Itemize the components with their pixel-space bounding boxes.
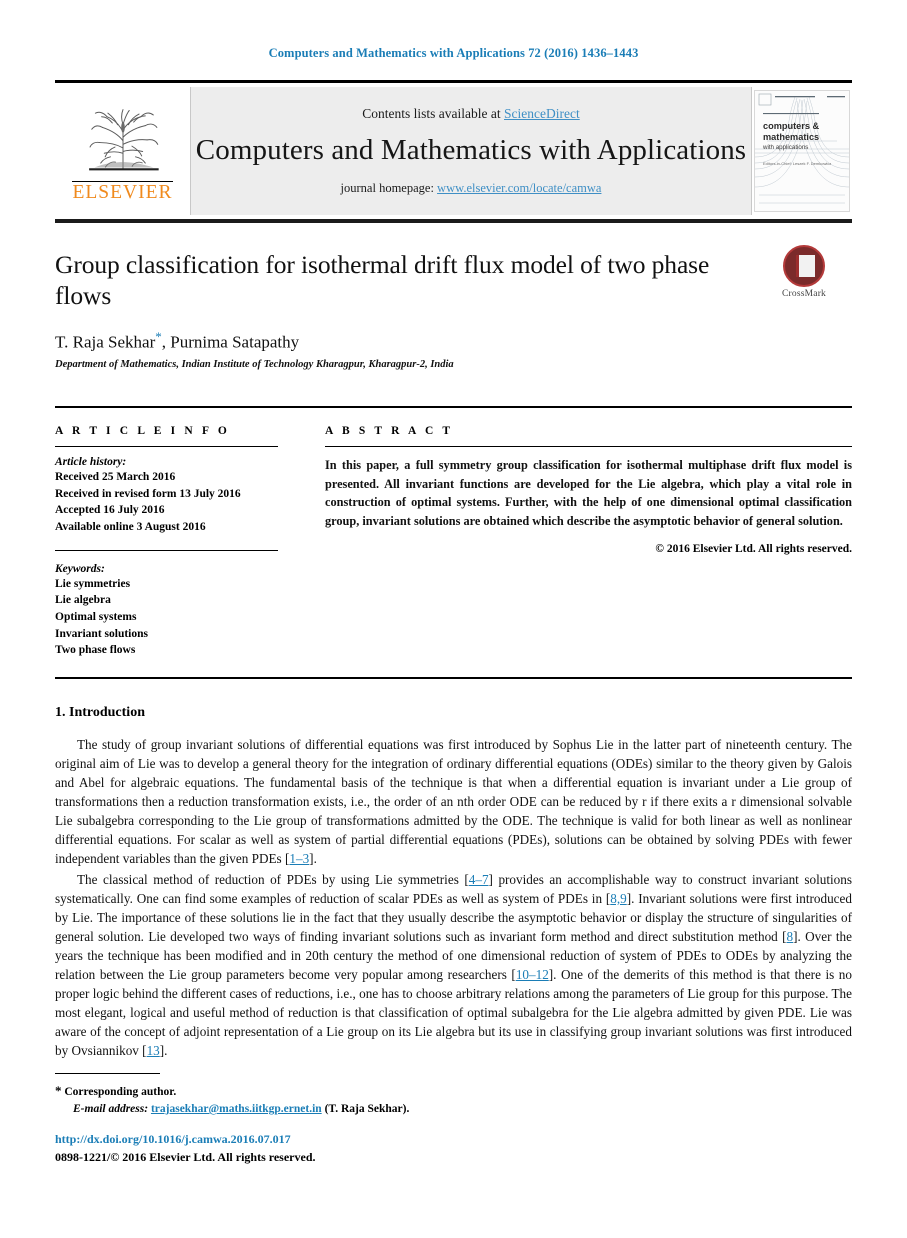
section-heading-introduction: 1. Introduction xyxy=(55,704,145,720)
history-received: Received 25 March 2016 xyxy=(55,470,176,483)
contents-available-line: Contents lists available at ScienceDirec… xyxy=(362,106,579,122)
footnote-rule xyxy=(55,1072,160,1074)
article-info-heading: A R T I C L E I N F O xyxy=(55,424,230,437)
cover-title-line-2: mathematics xyxy=(763,132,819,142)
citation-ref-13[interactable]: 13 xyxy=(147,1043,160,1058)
cover-title-line-3: with applications xyxy=(762,144,808,151)
paper-page: Computers and Mathematics with Applicati… xyxy=(0,0,907,1238)
journal-cover-thumbnail: computers & mathematics with application… xyxy=(754,90,850,212)
abstract-text: In this paper, a full symmetry group cla… xyxy=(325,457,852,528)
elsevier-tree-icon xyxy=(88,109,159,171)
paragraph-2-text-f: ]. xyxy=(159,1042,168,1058)
crossmark-label: CrossMark xyxy=(781,289,827,299)
elsevier-logo: ELSEVIER xyxy=(55,87,191,215)
crossmark-badge-group[interactable]: CrossMark xyxy=(756,245,852,299)
keyword-item: Lie algebra xyxy=(55,594,111,607)
email-label: E-mail address: xyxy=(73,1102,149,1115)
keyword-item: Invariant solutions xyxy=(55,627,148,640)
citation-ref-10-12[interactable]: 10–12 xyxy=(516,967,549,982)
citation-ref-4-7[interactable]: 4–7 xyxy=(469,872,489,887)
crossmark-icon xyxy=(783,245,825,287)
svg-text:Editors-in-Chief: Leszek F. De: Editors-in-Chief: Leszek F. Demkowicz xyxy=(763,161,831,166)
paragraph-1-text: The study of group invariant solutions o… xyxy=(55,736,852,866)
journal-info-block: Contents lists available at ScienceDirec… xyxy=(191,87,751,215)
paragraph-1-tail: ]. xyxy=(309,850,317,866)
paragraph-2: The classical method of reduction of PDE… xyxy=(55,870,852,1060)
page-title: Group classification for isothermal drif… xyxy=(55,250,710,311)
abstract-heading: A B S T R A C T xyxy=(325,424,454,437)
paragraph-2-text-a: The classical method of reduction of PDE… xyxy=(77,871,469,887)
running-head: Computers and Mathematics with Applicati… xyxy=(268,46,639,60)
sciencedirect-link[interactable]: ScienceDirect xyxy=(504,106,580,121)
corresponding-author-note: * Corresponding author. xyxy=(55,1081,852,1101)
cover-artwork: computers & mathematics with application… xyxy=(755,91,849,211)
history-revised: Received in revised form 13 July 2016 xyxy=(55,487,241,500)
footnote-marker: * xyxy=(55,1082,62,1098)
article-history-label: Article history: xyxy=(55,455,127,468)
abstract-column: A B S T R A C T In this paper, a full sy… xyxy=(300,408,852,659)
keyword-item: Optimal systems xyxy=(55,610,137,623)
introduction-section: 1. Introduction The study of group invar… xyxy=(55,705,852,1060)
keywords-rule xyxy=(55,549,278,551)
title-area: CrossMark Group classification for isoth… xyxy=(55,223,852,370)
author-secondary: , Purnima Satapathy xyxy=(161,332,300,352)
keyword-item: Two phase flows xyxy=(55,644,136,657)
cover-title-line-1: computers & xyxy=(763,121,820,131)
article-info-column: A R T I C L E I N F O Article history: R… xyxy=(55,408,300,659)
email-link[interactable]: trajasekhar@maths.iitkgp.ernet.in xyxy=(151,1103,322,1115)
journal-masthead: ELSEVIER Contents lists available at Sci… xyxy=(55,80,852,223)
abstract-copyright: © 2016 Elsevier Ltd. All rights reserved… xyxy=(655,542,852,555)
citation-ref-8-9[interactable]: 8,9 xyxy=(610,891,626,906)
email-owner: (T. Raja Sekhar). xyxy=(324,1102,410,1115)
issn-copyright-line: 0898-1221/© 2016 Elsevier Ltd. All right… xyxy=(55,1149,316,1164)
history-online: Available online 3 August 2016 xyxy=(55,520,206,533)
article-info-rule xyxy=(55,445,278,447)
contents-prefix: Contents lists available at xyxy=(362,106,504,121)
doi-link-wrapper: http://dx.doi.org/10.1016/j.camwa.2016.0… xyxy=(55,1131,852,1148)
doi-link[interactable]: http://dx.doi.org/10.1016/j.camwa.2016.0… xyxy=(55,1132,291,1146)
info-bottom-rule xyxy=(55,676,852,679)
journal-homepage-line: journal homepage: www.elsevier.com/locat… xyxy=(341,181,602,196)
citation-ref-1-3[interactable]: 1–3 xyxy=(289,851,309,866)
history-accepted: Accepted 16 July 2016 xyxy=(55,504,165,517)
elsevier-wordmark: ELSEVIER xyxy=(72,181,173,204)
keywords-label: Keywords: xyxy=(55,562,105,575)
article-info-abstract-row: A R T I C L E I N F O Article history: R… xyxy=(55,405,852,659)
author-list: T. Raja Sekhar*, Purnima Satapathy xyxy=(55,329,852,353)
abstract-rule xyxy=(325,445,852,447)
email-note: E-mail address: trajasekhar@maths.iitkgp… xyxy=(55,1101,852,1118)
keyword-item: Lie symmetries xyxy=(55,577,131,590)
author-primary: T. Raja Sekhar xyxy=(55,332,156,352)
corresponding-author-text: Corresponding author. xyxy=(64,1085,177,1098)
journal-title: Computers and Mathematics with Applicati… xyxy=(195,134,747,166)
journal-homepage-link[interactable]: www.elsevier.com/locate/camwa xyxy=(437,181,601,195)
homepage-prefix: journal homepage: xyxy=(340,181,438,195)
paragraph-1: The study of group invariant solutions o… xyxy=(55,735,852,868)
journal-cover-block: computers & mathematics with application… xyxy=(751,87,852,215)
page-footer: * Corresponding author. E-mail address: … xyxy=(55,1072,852,1166)
affiliation: Department of Mathematics, Indian Instit… xyxy=(55,358,454,370)
